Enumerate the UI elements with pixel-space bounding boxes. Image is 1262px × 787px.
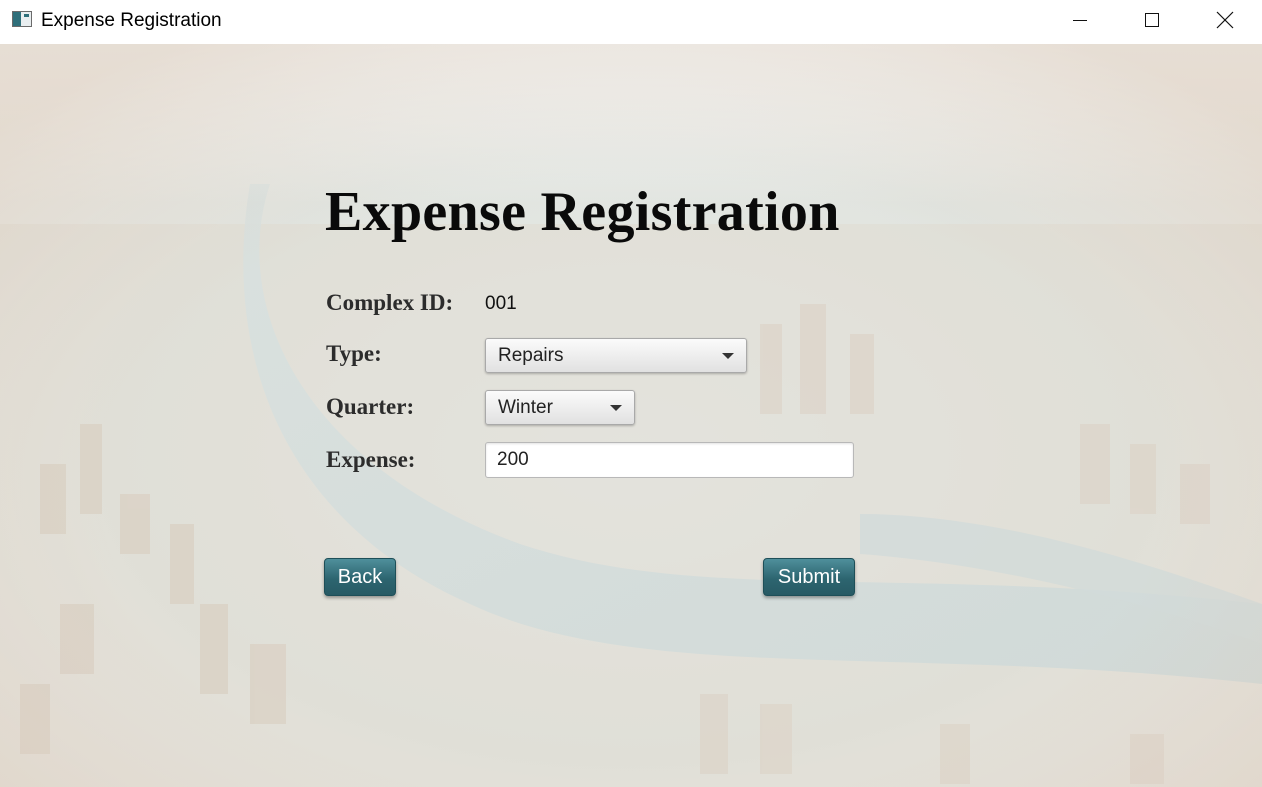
quarter-selected-value: Winter: [498, 397, 553, 418]
submit-button[interactable]: Submit: [763, 558, 855, 596]
quarter-label: Quarter:: [326, 394, 415, 419]
complex-id-label: Complex ID:: [326, 290, 454, 315]
app-icon: [12, 11, 32, 27]
complex-id-value: 001: [485, 293, 517, 314]
type-label: Type:: [326, 341, 382, 366]
type-dropdown[interactable]: Repairs: [485, 338, 747, 373]
title-bar[interactable]: Expense Registration: [0, 0, 1262, 44]
window-title: Expense Registration: [41, 10, 222, 31]
close-button[interactable]: [1189, 0, 1261, 40]
expense-input[interactable]: [485, 442, 854, 478]
maximize-button[interactable]: [1116, 0, 1188, 40]
page-title: Expense Registration: [325, 181, 840, 243]
quarter-dropdown[interactable]: Winter: [485, 390, 635, 425]
minimize-icon: [1073, 20, 1087, 21]
back-button[interactable]: Back: [324, 558, 396, 596]
close-icon: [1216, 11, 1234, 29]
expense-label: Expense:: [326, 447, 416, 472]
chevron-down-icon: [610, 405, 622, 411]
maximize-icon: [1145, 13, 1159, 27]
chevron-down-icon: [722, 353, 734, 359]
type-selected-value: Repairs: [498, 345, 564, 366]
main-content: Expense Registration Complex ID: 001 Typ…: [0, 44, 1262, 787]
app-window: Expense Registration Expense Registratio…: [0, 0, 1262, 787]
minimize-button[interactable]: [1044, 0, 1116, 40]
